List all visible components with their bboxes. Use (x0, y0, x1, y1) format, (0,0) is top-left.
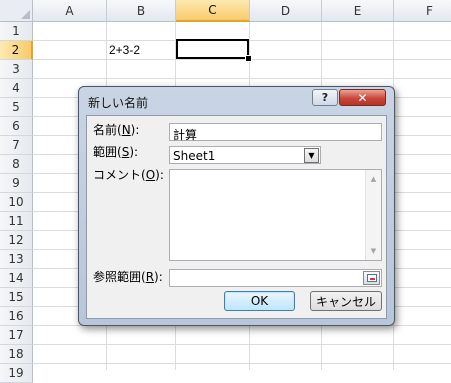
collapse-dialog-icon (367, 274, 377, 282)
scroll-up-icon[interactable]: ▲ (369, 173, 378, 185)
name-label: 名前(N): (93, 121, 139, 138)
comment-label-end: ): (155, 168, 164, 182)
refers-to-label-end: ): (154, 270, 163, 284)
comment-scrollbar[interactable]: ▲ ▼ (365, 170, 381, 260)
refers-to-label: 参照範囲(R): (93, 268, 163, 285)
row-header-4[interactable]: 4 (0, 79, 33, 98)
cell-b2[interactable]: 2+3-2 (109, 43, 140, 57)
row-header-5[interactable]: 5 (0, 98, 33, 117)
refers-to-label-accel: R (145, 270, 155, 284)
row-header-18[interactable]: 18 (0, 345, 33, 364)
column-header-f[interactable]: F (394, 0, 451, 22)
row-header-19[interactable]: 19 (0, 364, 33, 383)
row-header-9[interactable]: 9 (0, 174, 33, 193)
row-header-16[interactable]: 16 (0, 307, 33, 326)
name-label-accel: N (121, 123, 131, 137)
grid-line (33, 344, 451, 345)
dialog-body: 名前(N): 計算 範囲(S): Sheet1 ▼ コメント(O): ▲ ▼ 参… (86, 115, 387, 319)
select-all-triangle-icon (21, 10, 30, 19)
name-label-text: 名前( (93, 123, 122, 137)
row-header-17[interactable]: 17 (0, 326, 33, 345)
scope-label-text: 範囲( (93, 145, 122, 159)
close-icon: ✕ (357, 90, 368, 105)
refers-to-label-text: 参照範囲( (93, 270, 146, 284)
row-header-2[interactable]: 2 (0, 41, 33, 60)
dropdown-arrow-icon[interactable]: ▼ (304, 148, 319, 163)
help-icon: ? (321, 91, 329, 104)
row-header-14[interactable]: 14 (0, 269, 33, 288)
column-header-c[interactable]: C (176, 0, 250, 22)
new-name-dialog: 新しい名前 ? ✕ 名前(N): 計算 範囲(S): Sheet1 ▼ コメント… (78, 86, 395, 326)
active-cell-c2[interactable] (176, 39, 249, 59)
refers-to-input[interactable] (169, 269, 382, 287)
cancel-button[interactable]: キャンセル (310, 291, 382, 311)
row-header-11[interactable]: 11 (0, 212, 33, 231)
name-input[interactable]: 計算 (169, 123, 382, 142)
row-header-10[interactable]: 10 (0, 193, 33, 212)
collapse-dialog-button[interactable] (363, 271, 380, 285)
scope-select[interactable]: Sheet1 ▼ (169, 146, 321, 164)
comment-label: コメント(O): (93, 166, 164, 183)
comment-label-accel: O (145, 168, 156, 182)
row-header-15[interactable]: 15 (0, 288, 33, 307)
help-button[interactable]: ? (312, 89, 338, 106)
ok-button[interactable]: OK (224, 291, 295, 311)
close-button[interactable]: ✕ (339, 89, 386, 106)
row-header-7[interactable]: 7 (0, 136, 33, 155)
scope-label: 範囲(S): (93, 143, 138, 160)
grid-line (33, 59, 451, 60)
select-all-corner[interactable] (0, 0, 33, 22)
row-header-12[interactable]: 12 (0, 231, 33, 250)
row-header-1[interactable]: 1 (0, 22, 33, 41)
scope-label-end: ): (129, 145, 139, 159)
grid-line (33, 78, 451, 79)
column-header-b[interactable]: B (107, 0, 176, 22)
column-header-a[interactable]: A (33, 0, 107, 22)
name-label-end: ): (130, 123, 140, 137)
comment-label-text: コメント( (93, 168, 146, 182)
fill-handle[interactable] (245, 55, 252, 62)
scope-value: Sheet1 (173, 149, 216, 163)
row-header-8[interactable]: 8 (0, 155, 33, 174)
grid-line (33, 363, 451, 364)
column-header-e[interactable]: E (322, 0, 394, 22)
row-header-3[interactable]: 3 (0, 60, 33, 79)
dialog-titlebar[interactable]: 新しい名前 ? ✕ (79, 87, 394, 115)
comment-textarea[interactable]: ▲ ▼ (169, 169, 382, 261)
scroll-down-icon[interactable]: ▼ (369, 245, 378, 257)
column-header-d[interactable]: D (250, 0, 322, 22)
row-header-13[interactable]: 13 (0, 250, 33, 269)
row-header-6[interactable]: 6 (0, 117, 33, 136)
dialog-title: 新しい名前 (88, 96, 149, 110)
